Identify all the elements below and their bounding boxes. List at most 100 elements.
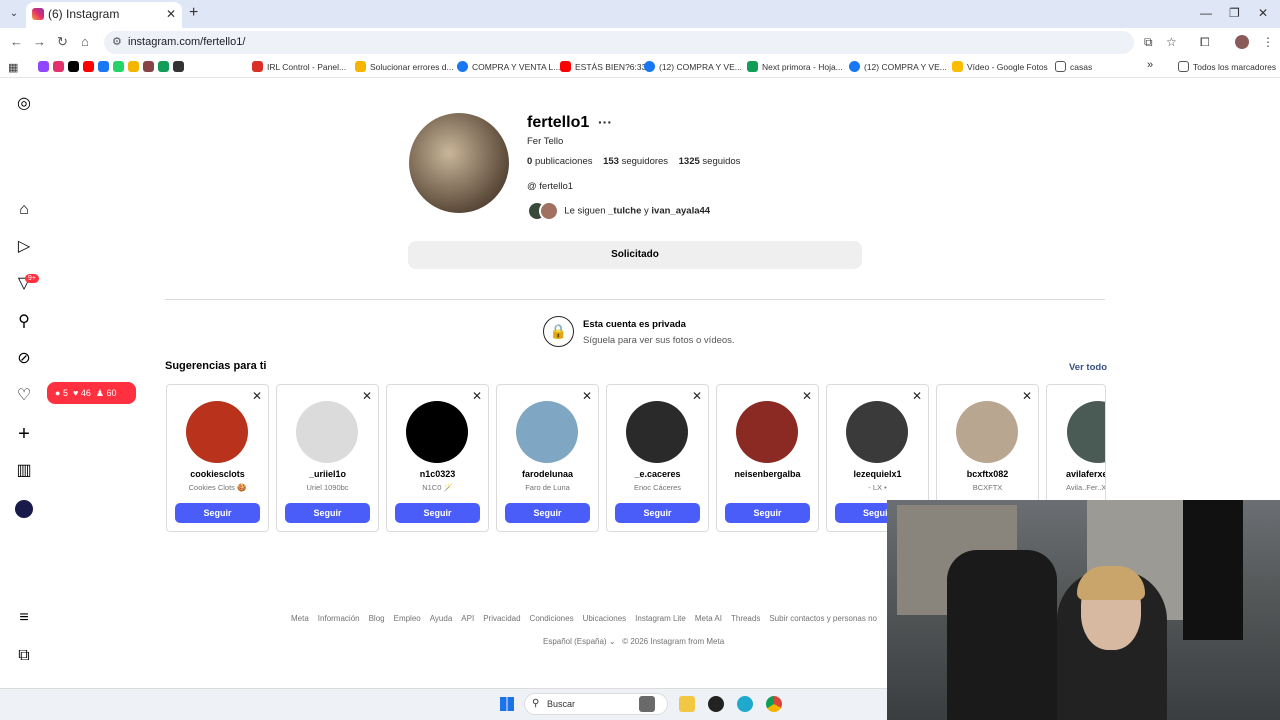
followers-link[interactable]: 153 seguidores: [603, 156, 668, 167]
suggestion-avatar[interactable]: [846, 401, 908, 463]
dismiss-icon[interactable]: ✕: [472, 389, 482, 403]
search-icon[interactable]: ⚲: [15, 313, 33, 331]
suggestion-username[interactable]: neisenbergalba: [717, 469, 818, 479]
footer-link[interactable]: Ubicaciones: [583, 614, 627, 623]
meta-apps-icon[interactable]: ⧉: [15, 647, 33, 665]
dismiss-icon[interactable]: ✕: [802, 389, 812, 403]
dismiss-icon[interactable]: ✕: [362, 389, 372, 403]
footer-link[interactable]: Meta AI: [695, 614, 722, 623]
threads-link[interactable]: @ fertello1: [527, 181, 573, 192]
notifications-popup[interactable]: ● 5 ♥ 46 ♟ 60: [47, 382, 136, 404]
bookmark-item[interactable]: Solucionar errores d...: [355, 61, 454, 72]
footer-link[interactable]: Privacidad: [483, 614, 520, 623]
suggestion-card[interactable]: ✕ _e.caceres Enoc Cáceres Seguir: [606, 384, 709, 532]
menu-icon[interactable]: ≡: [15, 609, 33, 627]
suggestion-username[interactable]: farodelunaa: [497, 469, 598, 479]
footer-link[interactable]: Subir contactos y personas no: [769, 614, 877, 623]
edge-icon[interactable]: [737, 696, 753, 712]
suggestion-avatar[interactable]: [626, 401, 688, 463]
bookmark-icon[interactable]: [143, 61, 154, 72]
suggestion-avatar[interactable]: [406, 401, 468, 463]
browser-profile-avatar[interactable]: [1235, 35, 1249, 49]
follow-button[interactable]: Seguir: [285, 503, 370, 523]
options-icon[interactable]: ···: [598, 114, 612, 130]
profile-picture[interactable]: [409, 113, 509, 213]
suggestion-avatar[interactable]: [186, 401, 248, 463]
suggestion-username[interactable]: _e.caceres: [607, 469, 708, 479]
create-icon[interactable]: +: [15, 424, 33, 444]
footer-link[interactable]: Threads: [731, 614, 760, 623]
footer-link[interactable]: Blog: [369, 614, 385, 623]
suggestion-avatar[interactable]: [1067, 401, 1105, 463]
follow-button[interactable]: Seguir: [505, 503, 590, 523]
bookmark-item[interactable]: (12) COMPRA Y VE...: [849, 61, 947, 72]
suggestion-username[interactable]: n1c0323: [387, 469, 488, 479]
follow-button[interactable]: Seguir: [395, 503, 480, 523]
bookmark-item[interactable]: COMPRA Y VENTA L...: [457, 61, 560, 72]
footer-link[interactable]: Meta: [291, 614, 309, 623]
suggestion-username[interactable]: lezequielx1: [827, 469, 928, 479]
suggestion-card[interactable]: ✕ cookiesclots Cookies Clots 🍪 Seguir: [166, 384, 269, 532]
widgets-icon[interactable]: [639, 696, 655, 712]
follow-button[interactable]: Seguir: [615, 503, 700, 523]
x-icon[interactable]: [68, 61, 79, 72]
bookmark-item[interactable]: IRL Control - Panel...: [252, 61, 346, 72]
dismiss-icon[interactable]: ✕: [582, 389, 592, 403]
suggestion-username[interactable]: _uriiel1o: [277, 469, 378, 479]
suggestion-username[interactable]: cookiesclots: [167, 469, 268, 479]
suggestion-card[interactable]: ✕ farodelunaa Faro de Luna Seguir: [496, 384, 599, 532]
bookmark-item[interactable]: casas: [1055, 61, 1092, 72]
suggestion-card[interactable]: ✕ _uriiel1o Uriel 1090bc Seguir: [276, 384, 379, 532]
suggestion-username[interactable]: bcxftx082: [937, 469, 1038, 479]
home-icon[interactable]: ⌂: [81, 34, 89, 49]
forward-icon[interactable]: →: [33, 34, 46, 49]
dismiss-icon[interactable]: ✕: [692, 389, 702, 403]
extensions-icon[interactable]: ⧠: [1200, 35, 1210, 50]
follow-button[interactable]: Seguir: [725, 503, 810, 523]
reload-icon[interactable]: ↻: [57, 34, 68, 50]
whatsapp-icon[interactable]: [113, 61, 124, 72]
suggestion-avatar[interactable]: [516, 401, 578, 463]
twitch-icon[interactable]: [38, 61, 49, 72]
instagram-bookmark-icon[interactable]: [53, 61, 64, 72]
restore-icon[interactable]: ❐: [1229, 6, 1240, 20]
footer-link[interactable]: Información: [318, 614, 360, 623]
language-select[interactable]: Español (España) ⌄: [543, 637, 616, 646]
followed-by[interactable]: Le siguen _tulche y ivan_ayala44: [527, 201, 710, 221]
bookmark-item[interactable]: ESTÁS BIEN?6:33: [560, 61, 646, 72]
all-bookmarks[interactable]: Todos los marcadores: [1178, 61, 1276, 72]
google-icon[interactable]: [128, 61, 139, 72]
suggestion-card[interactable]: ✕ n1c0323 N1C0 🪄 Seguir: [386, 384, 489, 532]
chrome-icon[interactable]: [766, 696, 782, 712]
footer-link[interactable]: Condiciones: [530, 614, 574, 623]
suggestion-card[interactable]: ✕ neisenbergalba Seguir: [716, 384, 819, 532]
dismiss-icon[interactable]: ✕: [1022, 389, 1032, 403]
suggestion-avatar[interactable]: [736, 401, 798, 463]
notifications-heart-icon[interactable]: ♡: [15, 387, 33, 405]
bookmark-icon[interactable]: [173, 61, 184, 72]
browser-tab[interactable]: (6) Instagram ✕: [26, 2, 182, 28]
apps-grid-icon[interactable]: ▦: [8, 61, 18, 74]
bookmark-item[interactable]: Vídeo - Google Fotos: [952, 61, 1048, 72]
suggestion-avatar[interactable]: [956, 401, 1018, 463]
browser-menu-icon[interactable]: ⋮: [1262, 35, 1274, 49]
windows-start-icon[interactable]: [500, 697, 514, 711]
bookmark-item[interactable]: (12) COMPRA Y VE...: [644, 61, 742, 72]
footer-link[interactable]: Ayuda: [430, 614, 453, 623]
more-bookmarks-icon[interactable]: »: [1147, 59, 1153, 71]
youtube-icon[interactable]: [83, 61, 94, 72]
suggestion-username[interactable]: avilaferxe: [1066, 469, 1105, 479]
minimize-icon[interactable]: —: [1200, 6, 1212, 20]
follow-button[interactable]: Seguir: [175, 503, 260, 523]
site-info-icon[interactable]: ⚙: [112, 31, 122, 54]
following-link[interactable]: 1325 seguidos: [679, 156, 741, 167]
suggestion-avatar[interactable]: [296, 401, 358, 463]
facebook-icon[interactable]: [98, 61, 109, 72]
footer-link[interactable]: Empleo: [394, 614, 421, 623]
dismiss-icon[interactable]: ✕: [252, 389, 262, 403]
bookmark-star-icon[interactable]: ☆: [1166, 35, 1177, 49]
url-input[interactable]: ⚙ instagram.com/fertello1/: [104, 31, 1134, 54]
new-tab-icon[interactable]: +: [189, 4, 198, 22]
obs-icon[interactable]: [708, 696, 724, 712]
close-window-icon[interactable]: ✕: [1258, 6, 1268, 20]
